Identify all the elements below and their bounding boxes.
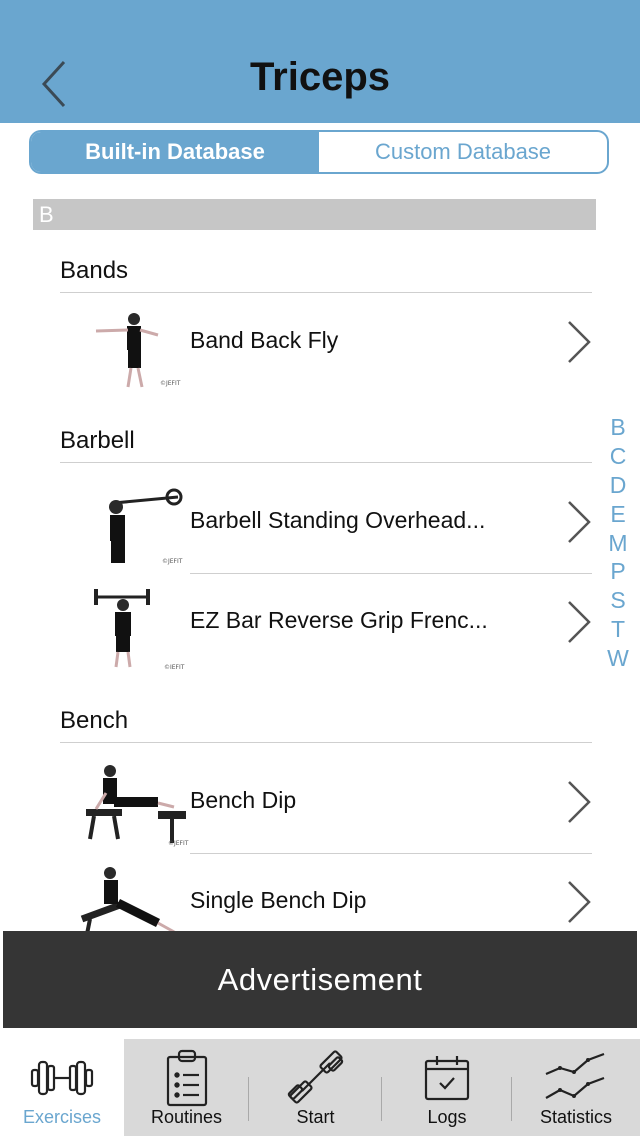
tab-builtin-database[interactable]: Built-in Database	[31, 132, 319, 172]
tab-start[interactable]: Start	[249, 1039, 382, 1136]
exercise-thumbnail: ©JEFIT	[86, 765, 189, 847]
dumbbell-icon	[30, 1060, 94, 1096]
exercise-name: Bench Dip	[190, 787, 297, 813]
svg-text:©JEFIT: ©JEFIT	[162, 558, 183, 565]
group-title-bands: Bands	[60, 257, 129, 284]
tab-routines[interactable]: Routines	[124, 1039, 249, 1136]
nav-header: Triceps	[0, 0, 640, 123]
index-letter-t[interactable]: T	[600, 616, 636, 645]
index-letter-w[interactable]: W	[600, 645, 636, 674]
svg-text:©JEFIT: ©JEFIT	[160, 380, 181, 387]
bottom-tab-bar: Exercises Routines Start Logs Statistics	[0, 1039, 640, 1136]
divider	[60, 462, 592, 463]
exercise-thumbnail: ©JEFIT	[94, 589, 185, 669]
index-letter-s[interactable]: S	[600, 587, 636, 616]
index-letter-e[interactable]: E	[600, 501, 636, 530]
exercise-name: Single Bench Dip	[190, 887, 367, 913]
advertisement-banner[interactable]: Advertisement	[3, 931, 637, 1028]
chevron-right-icon	[568, 781, 591, 823]
exercise-name: EZ Bar Reverse Grip Frenc...	[190, 607, 488, 633]
exercise-name: Barbell Standing Overhead...	[190, 507, 486, 533]
svg-text:©JEFIT: ©JEFIT	[168, 840, 189, 847]
group-title-barbell: Barbell	[60, 427, 135, 454]
exercise-thumbnail: ©JEFIT	[95, 313, 181, 388]
tab-label: Routines	[150, 1107, 223, 1127]
alphabet-index: B C D E M P S T W	[600, 414, 636, 674]
tab-label: Statistics	[539, 1107, 613, 1127]
exercise-row-barbell-standing-overhead[interactable]: ©JEFIT Barbell Standing Overhead...	[60, 473, 600, 573]
exercise-row-bench-dip[interactable]: ©JEFIT Bench Dip	[60, 753, 600, 853]
tab-label: Logs	[427, 1107, 467, 1127]
exercise-row-band-back-fly[interactable]: ©JEFIT Band Back Fly	[60, 293, 600, 393]
index-letter-b[interactable]: B	[600, 414, 636, 443]
calendar-check-icon	[424, 1056, 470, 1101]
page-title: Triceps	[249, 55, 391, 99]
line-graph-icon	[545, 1052, 605, 1099]
tab-label: Start	[296, 1107, 335, 1127]
tab-label: Exercises	[22, 1107, 102, 1127]
tab-statistics[interactable]: Statistics	[512, 1039, 640, 1136]
chevron-right-icon	[568, 601, 591, 643]
index-letter-c[interactable]: C	[600, 443, 636, 472]
svg-text:©JEFIT: ©JEFIT	[164, 664, 185, 669]
barbell-icon	[287, 1050, 343, 1104]
group-title-bench: Bench	[60, 707, 129, 734]
section-header-letter: B	[33, 199, 596, 230]
index-letter-m[interactable]: M	[600, 530, 636, 559]
exercise-thumbnail: ©JEFIT	[109, 488, 183, 565]
index-letter-p[interactable]: P	[600, 558, 636, 587]
tab-logs[interactable]: Logs	[382, 1039, 512, 1136]
divider	[60, 742, 592, 743]
database-segmented-control: Built-in Database Custom Database	[29, 130, 609, 174]
index-letter-d[interactable]: D	[600, 472, 636, 501]
tab-exercises[interactable]: Exercises	[0, 1039, 124, 1136]
chevron-right-icon	[568, 321, 591, 363]
clipboard-icon	[166, 1049, 207, 1107]
chevron-right-icon	[568, 881, 591, 923]
exercise-row-ez-bar-reverse-grip[interactable]: ©JEFIT EZ Bar Reverse Grip Frenc...	[60, 573, 600, 673]
chevron-right-icon	[568, 501, 591, 543]
tab-custom-database[interactable]: Custom Database	[319, 132, 607, 172]
exercise-name: Band Back Fly	[190, 327, 339, 353]
